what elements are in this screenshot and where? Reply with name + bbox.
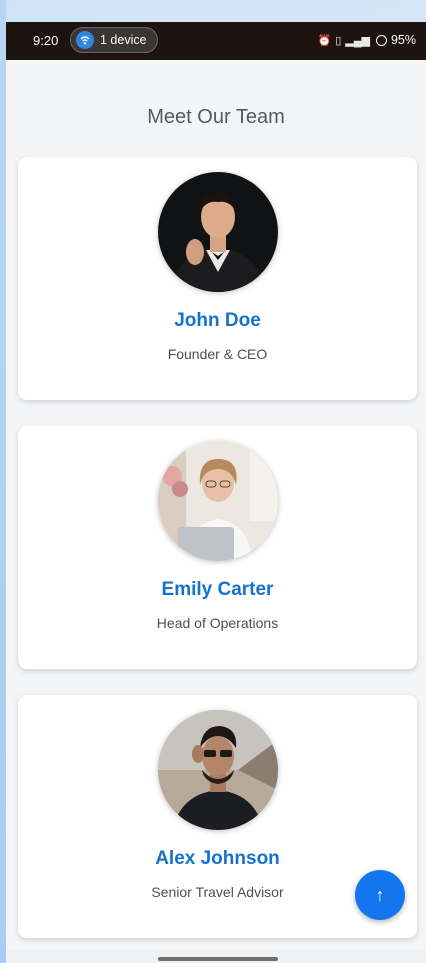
avatar <box>158 710 278 830</box>
battery-icon <box>375 34 387 46</box>
arrow-up-icon: ↑ <box>375 885 385 905</box>
status-bar: 9:20 1 device ⏰ ▯ ▂▄▆ 95% <box>6 22 426 60</box>
member-role: Founder & CEO <box>167 346 268 362</box>
avatar <box>158 172 278 292</box>
hotspot-pill[interactable]: 1 device <box>70 27 158 53</box>
hotspot-icon <box>76 31 94 49</box>
phone-screen: 9:20 1 device ⏰ ▯ ▂▄▆ 95% Meet Our Team <box>6 22 426 963</box>
home-indicator[interactable] <box>158 957 278 961</box>
status-time: 9:20 <box>33 33 59 48</box>
signal-icon: ▂▄▆ <box>345 34 370 47</box>
battery-level: 95% <box>390 33 416 47</box>
scroll-to-top-button[interactable]: ↑ <box>355 870 405 920</box>
team-card: Emily Carter Head of Operations <box>18 426 417 669</box>
alarm-icon: ⏰ <box>317 34 332 47</box>
volte-icon: ▯ <box>335 34 342 47</box>
hotspot-label: 1 device <box>100 33 147 47</box>
member-name: Emily Carter <box>161 579 274 600</box>
team-card: John Doe Founder & CEO <box>18 157 417 400</box>
member-role: Head of Operations <box>156 615 279 631</box>
member-name: John Doe <box>174 310 261 331</box>
avatar <box>158 441 278 561</box>
page-title: Meet Our Team <box>147 106 285 128</box>
member-name: Alex Johnson <box>155 848 280 869</box>
status-icons: ⏰ ▯ ▂▄▆ 95% <box>317 33 416 47</box>
